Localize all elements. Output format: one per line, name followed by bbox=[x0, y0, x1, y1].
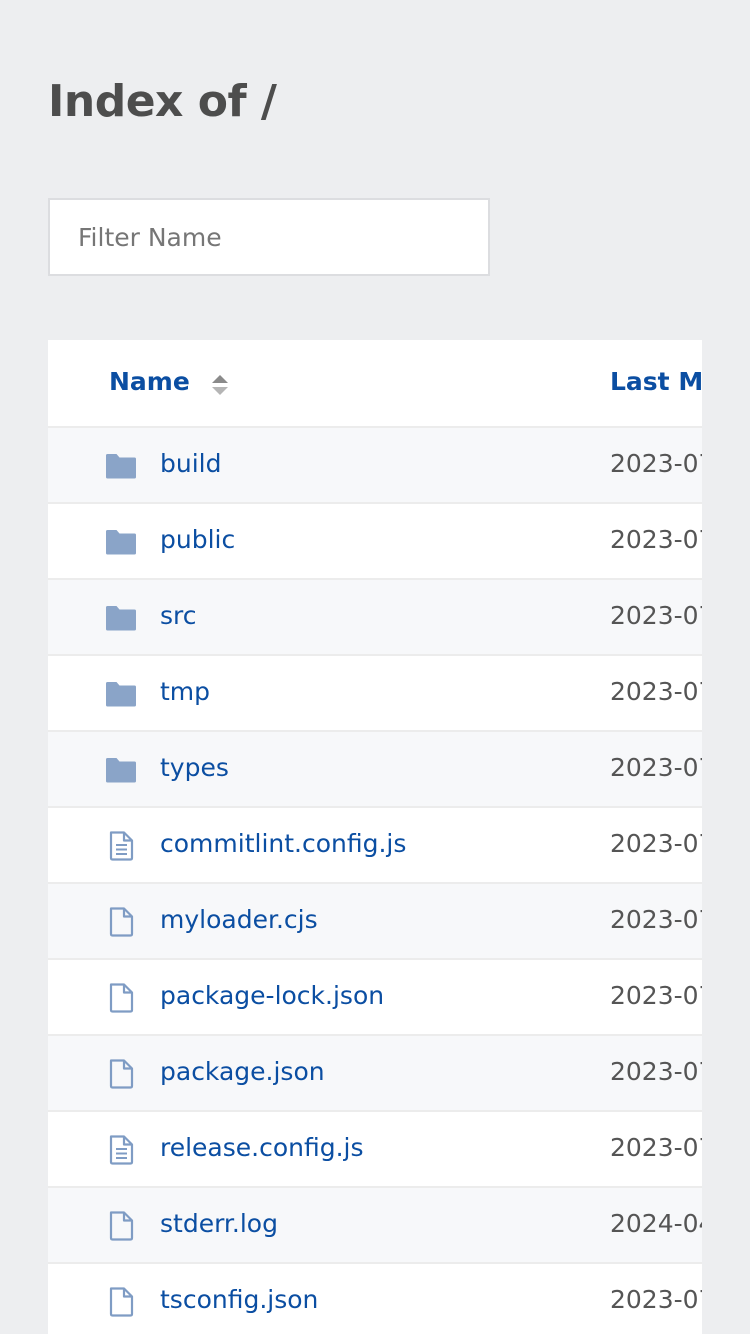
table-row[interactable]: package-lock.json 2023-07 bbox=[48, 960, 702, 1036]
table-row[interactable]: release.config.js 2023-07 bbox=[48, 1112, 702, 1188]
file-icon bbox=[105, 1210, 137, 1242]
last-modified-date: 2023-07 bbox=[610, 981, 702, 1010]
column-header-last-modified[interactable]: Last Mo bbox=[610, 367, 702, 396]
table-header: Name Last Mo bbox=[48, 340, 702, 428]
folder-link[interactable]: build bbox=[160, 449, 221, 478]
folder-icon bbox=[105, 450, 137, 482]
file-link[interactable]: myloader.cjs bbox=[160, 905, 318, 934]
last-modified-date: 2023-07 bbox=[610, 677, 702, 706]
column-header-name[interactable]: Name bbox=[109, 367, 190, 396]
table-row[interactable]: package.json 2023-07 bbox=[48, 1036, 702, 1112]
sort-updown-icon[interactable] bbox=[211, 373, 229, 397]
file-icon bbox=[105, 982, 137, 1014]
folder-link[interactable]: types bbox=[160, 753, 229, 782]
file-icon bbox=[105, 906, 137, 938]
table-row[interactable]: types 2023-07 bbox=[48, 732, 702, 808]
last-modified-date: 2023-07 bbox=[610, 829, 702, 858]
last-modified-date: 2023-07 bbox=[610, 1057, 702, 1086]
table-row[interactable]: commitlint.config.js 2023-07 bbox=[48, 808, 702, 884]
text-file-icon bbox=[105, 1134, 137, 1166]
last-modified-date: 2023-07 bbox=[610, 601, 702, 630]
last-modified-date: 2023-07 bbox=[610, 1285, 702, 1314]
file-link[interactable]: stderr.log bbox=[160, 1209, 278, 1238]
filter-name-input[interactable] bbox=[48, 198, 490, 276]
table-row[interactable]: stderr.log 2024-04 bbox=[48, 1188, 702, 1264]
last-modified-date: 2023-07 bbox=[610, 1133, 702, 1162]
file-link[interactable]: package-lock.json bbox=[160, 981, 384, 1010]
table-row[interactable]: tmp 2023-07 bbox=[48, 656, 702, 732]
table-row[interactable]: myloader.cjs 2023-07 bbox=[48, 884, 702, 960]
last-modified-date: 2024-04 bbox=[610, 1209, 702, 1238]
folder-icon bbox=[105, 602, 137, 634]
table-row[interactable]: build 2023-07 bbox=[48, 428, 702, 504]
folder-icon bbox=[105, 526, 137, 558]
last-modified-date: 2023-07 bbox=[610, 525, 702, 554]
text-file-icon bbox=[105, 830, 137, 862]
last-modified-date: 2023-07 bbox=[610, 905, 702, 934]
folder-link[interactable]: src bbox=[160, 601, 197, 630]
file-link[interactable]: release.config.js bbox=[160, 1133, 364, 1162]
directory-listing-page: Index of / Name Last Mo build2023-07publ… bbox=[0, 0, 750, 1334]
table-row[interactable]: tsconfig.json 2023-07 bbox=[48, 1264, 702, 1334]
folder-link[interactable]: tmp bbox=[160, 677, 210, 706]
file-icon bbox=[105, 1058, 137, 1090]
table-body: build 2023-07 public 2023-07 src 2023-07 tmp 20… bbox=[48, 428, 702, 1334]
folder-icon bbox=[105, 754, 137, 786]
file-link[interactable]: commitlint.config.js bbox=[160, 829, 406, 858]
last-modified-date: 2023-07 bbox=[610, 449, 702, 478]
table-row[interactable]: src 2023-07 bbox=[48, 580, 702, 656]
file-icon bbox=[105, 1286, 137, 1318]
file-link[interactable]: tsconfig.json bbox=[160, 1285, 318, 1314]
table-row[interactable]: public 2023-07 bbox=[48, 504, 702, 580]
page-title: Index of / bbox=[48, 76, 277, 127]
last-modified-date: 2023-07 bbox=[610, 753, 702, 782]
folder-link[interactable]: public bbox=[160, 525, 235, 554]
file-table: Name Last Mo build2023-07public2023-07sr… bbox=[48, 340, 702, 1334]
file-link[interactable]: package.json bbox=[160, 1057, 325, 1086]
folder-icon bbox=[105, 678, 137, 710]
